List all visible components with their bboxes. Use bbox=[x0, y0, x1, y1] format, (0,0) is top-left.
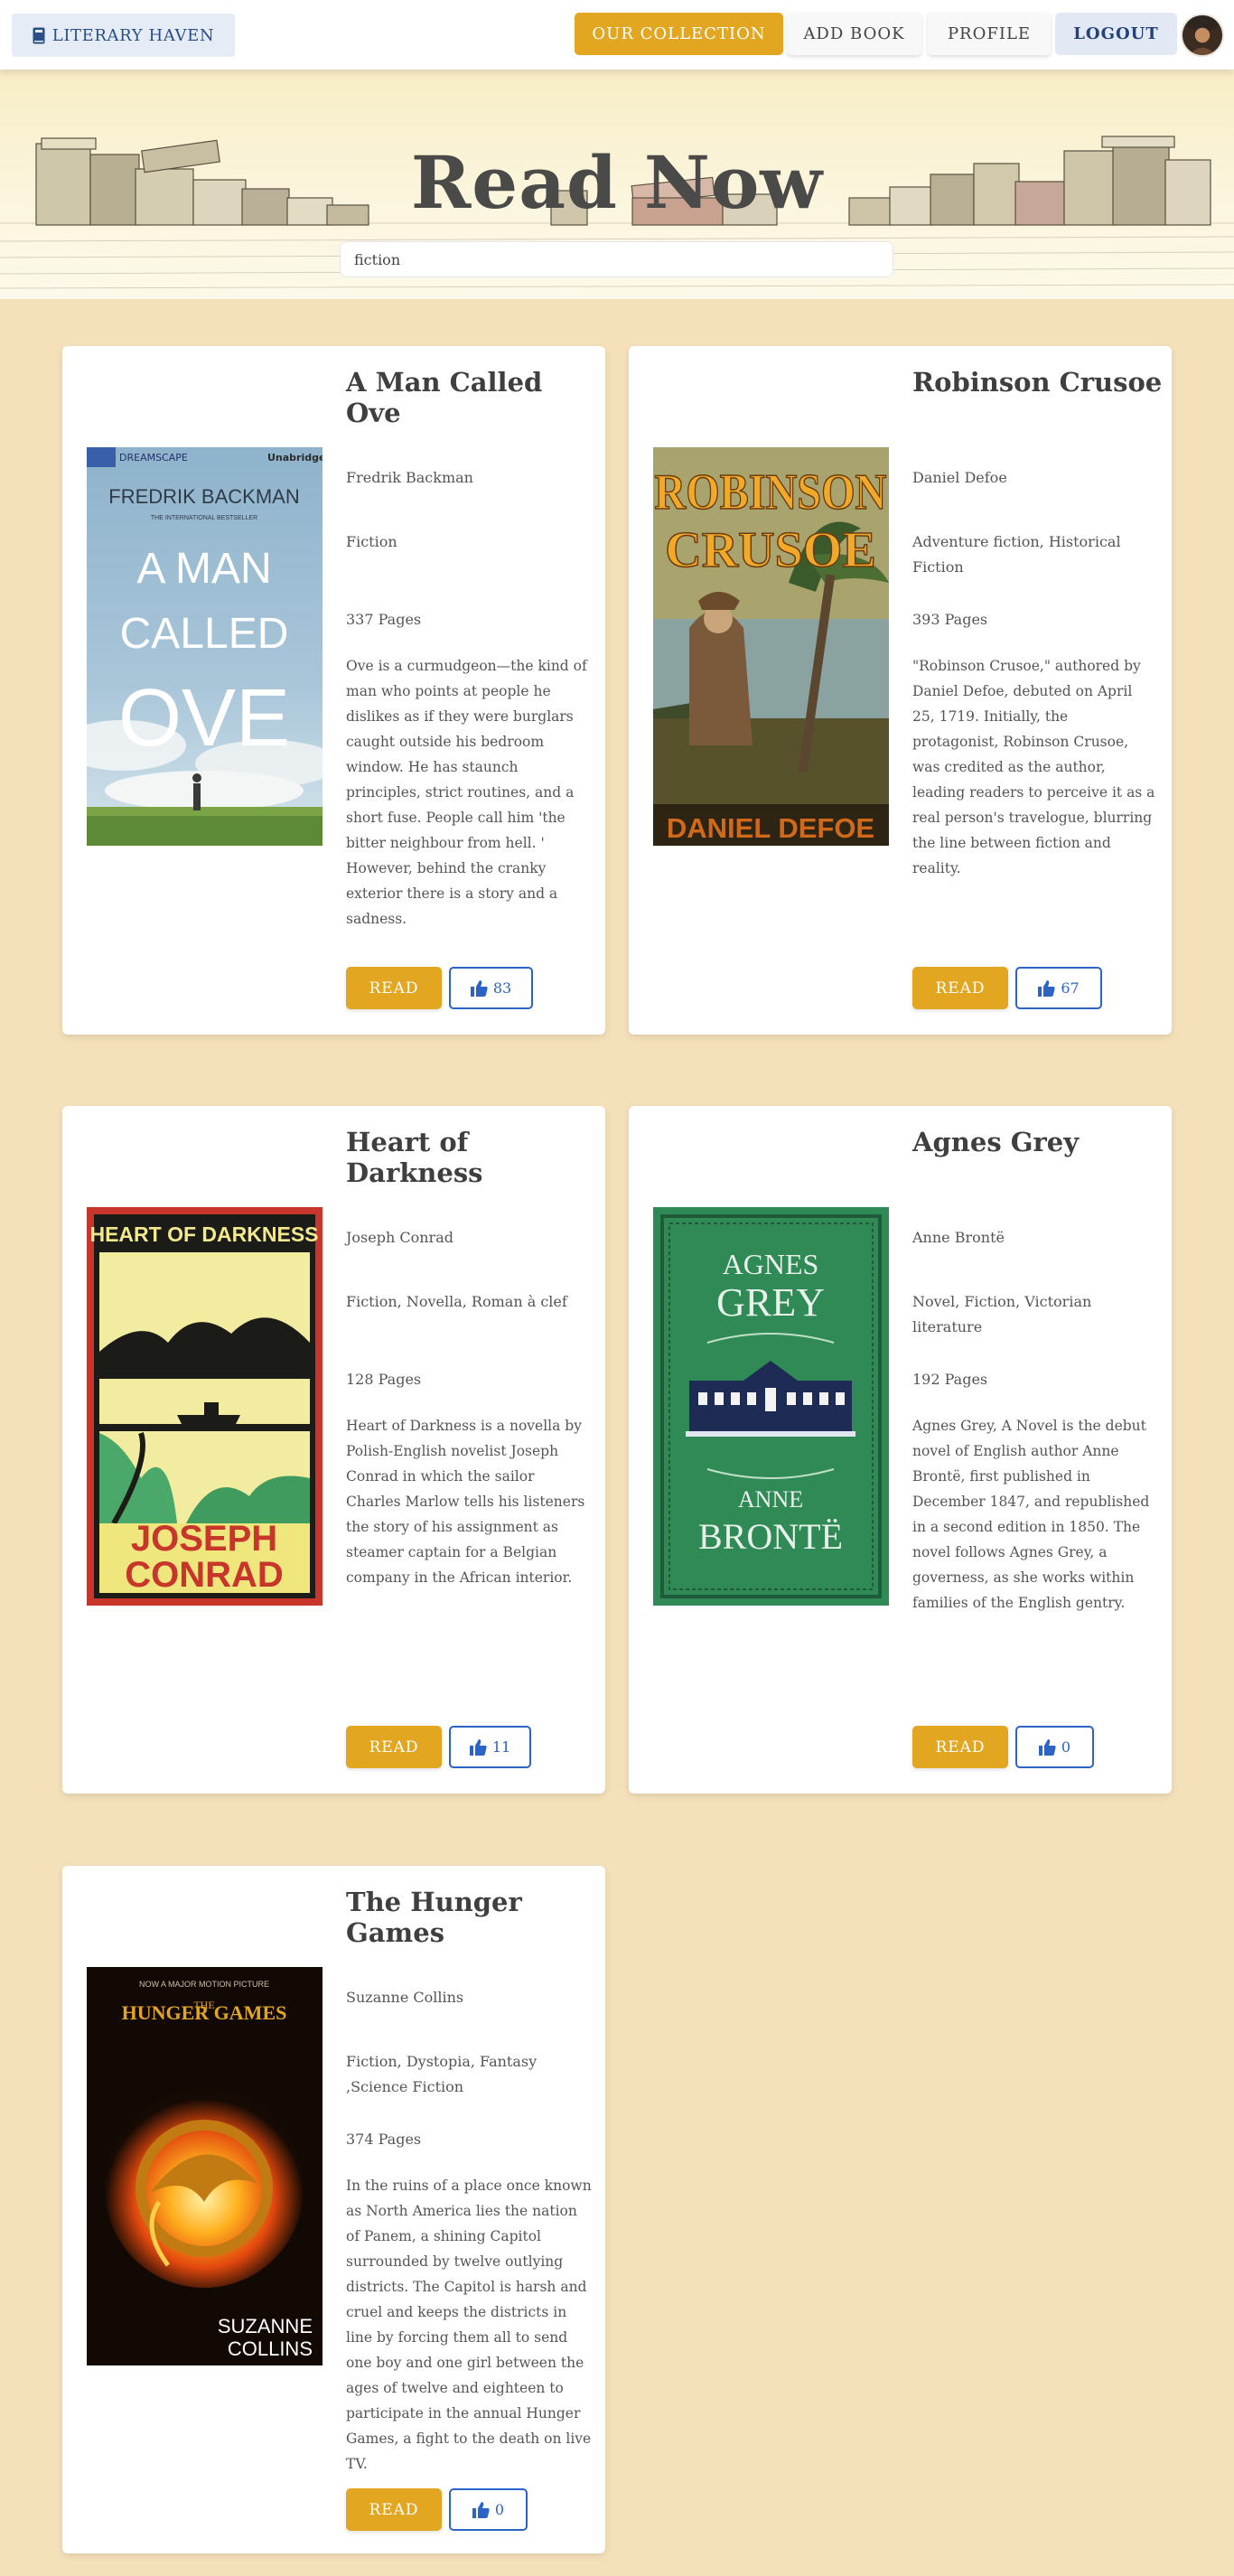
cover-author-line: COLLINS bbox=[228, 2337, 313, 2360]
book-description: "Robinson Crusoe," authored by Daniel De… bbox=[912, 658, 1155, 876]
thumbs-up-icon bbox=[470, 979, 488, 997]
book-title: A Man Called Ove bbox=[346, 367, 543, 428]
cover-title-line: CALLED bbox=[120, 610, 289, 658]
thumbs-up-icon bbox=[469, 1738, 487, 1756]
cover-publisher: DREAMSCAPE bbox=[119, 452, 188, 464]
like-button[interactable]: 67 bbox=[1015, 967, 1102, 1009]
cover-edition: Unabridged bbox=[267, 452, 323, 464]
cover-tagline: NOW A MAJOR MOTION PICTURE bbox=[139, 1980, 269, 1989]
page-title: Read Now bbox=[410, 140, 824, 225]
hero-banner: Read Now bbox=[0, 70, 1234, 299]
book-author: Fredrik Backman bbox=[346, 469, 473, 486]
brand-link[interactable]: LITERARY HAVEN bbox=[12, 14, 235, 57]
cover-title-line: HUNGER GAMES bbox=[122, 2001, 287, 2024]
add-book-button[interactable]: ADD BOOK bbox=[787, 13, 921, 55]
brand-label: LITERARY HAVEN bbox=[51, 25, 215, 45]
book-icon bbox=[33, 27, 45, 43]
book-genre: Fiction bbox=[346, 533, 397, 550]
book-pages: 374 Pages bbox=[346, 2131, 422, 2148]
book-genre: Fiction, Novella, Roman à clef bbox=[346, 1293, 567, 1310]
avatar[interactable] bbox=[1181, 14, 1224, 57]
like-count: 11 bbox=[491, 1738, 511, 1756]
cover-title-line: A MAN bbox=[136, 545, 271, 593]
cover-title-line: ROBINSON bbox=[654, 464, 886, 520]
cover-title-line: OVE bbox=[118, 673, 290, 763]
book-cover-image: NOW A MAJOR MOTION PICTURE THE HUNGER GA… bbox=[87, 1967, 323, 2365]
thumbs-up-icon bbox=[1038, 979, 1055, 997]
thumbs-up-icon bbox=[1038, 1738, 1056, 1756]
navbar: LITERARY HAVEN OUR COLLECTION ADD BOOK P… bbox=[0, 0, 1234, 70]
thumbs-up-icon bbox=[472, 2501, 490, 2518]
book-pages: 337 Pages bbox=[346, 611, 422, 628]
book-card: HEART OF DARKNESS JOSEPH CONRAD Heart of… bbox=[62, 1106, 605, 1794]
profile-button[interactable]: PROFILE bbox=[928, 13, 1051, 55]
cover-title-line: JOSEPH bbox=[131, 1519, 277, 1559]
book-card: AGNES GREY ANNE BRONTË Agnes Grey Anne B… bbox=[629, 1106, 1172, 1794]
book-title: Robinson Crusoe bbox=[912, 367, 1163, 398]
read-button[interactable]: READ bbox=[912, 1726, 1008, 1768]
book-description: Heart of Darkness is a novella by Polish… bbox=[346, 1418, 585, 1586]
book-title: Heart of Darkness bbox=[346, 1127, 483, 1188]
read-button[interactable]: READ bbox=[912, 967, 1008, 1009]
cover-author-line: BRONTË bbox=[698, 1516, 843, 1557]
book-card: ROBINSON CRUSOE DANIEL DEFOE Robinson Cr… bbox=[629, 346, 1172, 1035]
book-author: Joseph Conrad bbox=[346, 1229, 453, 1246]
book-description: Agnes Grey, A Novel is the debut novel o… bbox=[912, 1418, 1150, 1611]
book-description: In the ruins of a place once known as No… bbox=[346, 2178, 592, 2472]
cover-title-line: AGNES bbox=[723, 1248, 819, 1280]
cover-title: HEART OF DARKNESS bbox=[89, 1222, 318, 1246]
book-card: DREAMSCAPE Unabridged FREDRIK BACKMAN TH… bbox=[62, 346, 605, 1035]
cover-author: FREDRIK BACKMAN bbox=[108, 485, 299, 508]
read-button[interactable]: READ bbox=[346, 967, 442, 1009]
book-title: Agnes Grey bbox=[912, 1127, 1080, 1157]
cover-author: DANIEL DEFOE bbox=[667, 812, 874, 844]
book-description: Ove is a curmudgeon—the kind of man who … bbox=[346, 658, 587, 927]
read-button[interactable]: READ bbox=[346, 2488, 442, 2531]
cover-title-line: GREY bbox=[716, 1280, 825, 1325]
book-cover-image: HEART OF DARKNESS JOSEPH CONRAD bbox=[87, 1207, 323, 1606]
book-title: The Hunger Games bbox=[346, 1887, 522, 1948]
our-collection-button[interactable]: OUR COLLECTION bbox=[575, 13, 783, 55]
book-genre: Fiction, Dystopia, Fantasy ,Science Fict… bbox=[346, 2053, 538, 2095]
book-author: Anne Brontë bbox=[912, 1229, 1005, 1246]
search-input[interactable] bbox=[340, 241, 893, 277]
cover-title-line: CONRAD bbox=[125, 1555, 284, 1595]
like-button[interactable]: 83 bbox=[449, 967, 533, 1009]
logout-button[interactable]: LOGOUT bbox=[1055, 13, 1177, 55]
cover-title-line: CRUSOE bbox=[665, 522, 875, 578]
cover-author-line: SUZANNE bbox=[218, 2315, 313, 2337]
book-author: Suzanne Collins bbox=[346, 1989, 464, 2006]
read-button[interactable]: READ bbox=[346, 1726, 442, 1768]
book-pages: 128 Pages bbox=[346, 1371, 422, 1388]
book-pages: 192 Pages bbox=[912, 1371, 988, 1388]
book-genre: Novel, Fiction, Victorian literature bbox=[912, 1293, 1092, 1335]
book-genre: Adventure fiction, Historical Fiction bbox=[912, 533, 1121, 576]
like-count: 83 bbox=[492, 979, 512, 997]
book-pages: 393 Pages bbox=[912, 611, 988, 628]
book-cover-image: DREAMSCAPE Unabridged FREDRIK BACKMAN TH… bbox=[87, 447, 323, 846]
like-button[interactable]: 11 bbox=[449, 1726, 531, 1768]
cover-author-line: ANNE bbox=[738, 1486, 803, 1513]
book-card: NOW A MAJOR MOTION PICTURE THE HUNGER GA… bbox=[62, 1866, 605, 2553]
cover-tagline: THE INTERNATIONAL BESTSELLER bbox=[151, 515, 257, 521]
book-cover-image: ROBINSON CRUSOE DANIEL DEFOE bbox=[653, 447, 889, 846]
book-cover-image: AGNES GREY ANNE BRONTË bbox=[653, 1207, 889, 1606]
like-count: 0 bbox=[494, 2501, 505, 2518]
avatar-image bbox=[1183, 15, 1222, 55]
like-count: 0 bbox=[1061, 1738, 1071, 1756]
book-author: Daniel Defoe bbox=[912, 469, 1007, 486]
like-count: 67 bbox=[1061, 979, 1080, 997]
like-button[interactable]: 0 bbox=[1015, 1726, 1094, 1768]
like-button[interactable]: 0 bbox=[449, 2488, 528, 2531]
